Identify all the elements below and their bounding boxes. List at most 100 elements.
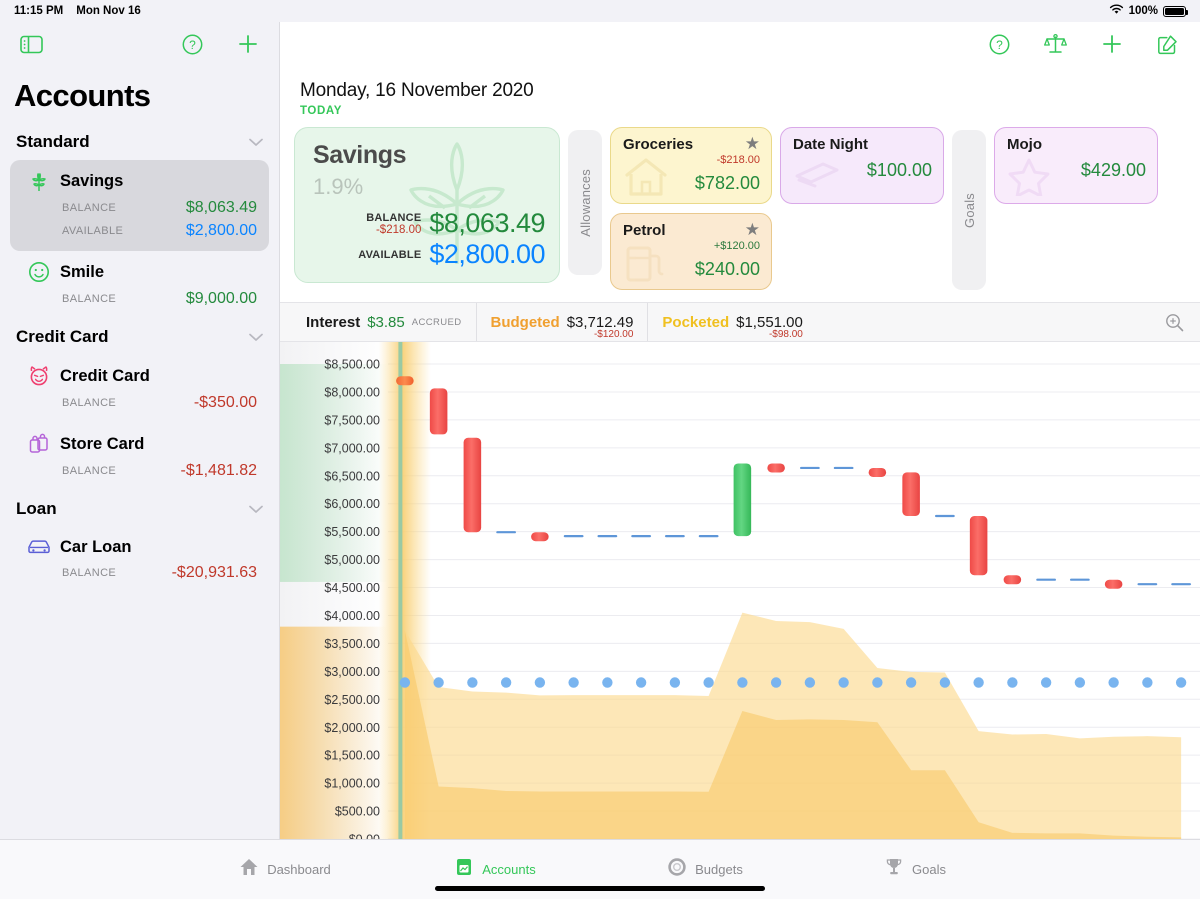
pocketed-label: Pocketed (662, 313, 730, 331)
available-dot[interactable] (1142, 677, 1153, 688)
candle-up[interactable] (733, 463, 752, 537)
allowances-rail[interactable]: Allowances (568, 130, 602, 275)
devil-icon (22, 364, 56, 388)
allowance-card-groceries[interactable]: Groceries ★ -$218.00 $782.00 (610, 127, 772, 204)
available-dot[interactable] (973, 677, 984, 688)
account-group-header[interactable]: Credit Card (0, 319, 279, 355)
account-group-header[interactable]: Loan (0, 491, 279, 527)
balance-chart[interactable]: $0.00$500.00$1,000.00$1,500.00$2,000.00$… (280, 342, 1200, 839)
shopping-bag-icon (22, 432, 56, 456)
available-dot[interactable] (939, 677, 951, 688)
y-axis-tick-label: $2,500.00 (324, 693, 380, 707)
account-row-label: AVAILABLE (62, 225, 124, 237)
available-dot[interactable] (500, 677, 512, 688)
y-axis-tick-label: $7,000.00 (324, 441, 380, 455)
available-dot[interactable] (703, 677, 714, 688)
candle-down[interactable] (463, 437, 482, 533)
account-group-header[interactable]: Standard (0, 124, 279, 160)
account-list-item[interactable]: Credit Card BALANCE -$350.00 (10, 355, 269, 423)
available-dot[interactable] (905, 677, 917, 688)
candle-down[interactable] (429, 388, 448, 435)
available-dot[interactable] (1040, 677, 1052, 688)
allowance-name: Petrol (623, 222, 666, 239)
available-dot[interactable] (669, 677, 681, 688)
y-axis-tick-label: $6,500.00 (324, 469, 380, 483)
account-summary-card[interactable]: Savings 1.9% BALANCE -$218.00 $8,063.49 … (294, 127, 560, 283)
available-dot[interactable] (770, 677, 782, 688)
account-list-item[interactable]: Smile BALANCE $9,000.00 (10, 251, 269, 319)
battery-full-icon (1163, 5, 1188, 17)
tab-dashboard[interactable]: Dashboard (180, 857, 390, 882)
card-interest-rate: 1.9% (313, 174, 364, 199)
allowance-amount: $240.00 (694, 259, 760, 279)
interest-value: $3.85 (367, 313, 405, 331)
candle-down[interactable] (531, 532, 549, 542)
main-toolbar: ? (280, 22, 1200, 66)
candle-down[interactable] (767, 463, 785, 473)
account-name: Savings (60, 171, 124, 190)
available-dot[interactable] (399, 677, 411, 688)
summary-pocketed[interactable]: Pocketed $1,551.00 -$98.00 (647, 303, 816, 341)
available-dot[interactable] (568, 677, 579, 688)
candle-down[interactable] (1003, 575, 1022, 585)
y-axis-tick-label: $5,500.00 (324, 525, 380, 539)
help-circle-icon[interactable]: ? (182, 34, 203, 55)
y-axis-tick-label: $1,000.00 (324, 777, 380, 791)
budgeted-label: Budgeted (490, 313, 560, 331)
chevron-down-icon[interactable] (249, 499, 263, 519)
chevron-down-icon[interactable] (249, 327, 263, 347)
goal-amount: $100.00 (866, 160, 932, 180)
plus-icon[interactable] (237, 33, 259, 55)
goal-card-mojo[interactable]: Mojo $429.00 (994, 127, 1158, 204)
available-dot[interactable] (534, 677, 546, 688)
allowance-card-petrol[interactable]: Petrol ★ +$120.00 $240.00 (610, 213, 772, 290)
chevron-down-icon[interactable] (249, 132, 263, 152)
tab-label: Dashboard (267, 862, 331, 877)
candle-down[interactable] (902, 472, 920, 517)
goal-card-date-night[interactable]: Date Night $100.00 (780, 127, 944, 204)
interest-label: Interest (306, 313, 361, 331)
available-dot[interactable] (433, 677, 444, 688)
sidebar-toolbar: ? (0, 22, 279, 66)
available-dot[interactable] (1108, 677, 1119, 688)
candle-down[interactable] (396, 376, 414, 386)
goal-amount: $429.00 (1080, 160, 1146, 180)
summary-budgeted[interactable]: Budgeted $3,712.49 -$120.00 (475, 303, 648, 341)
tab-goals[interactable]: Goals (810, 857, 1020, 882)
candle-down[interactable] (969, 516, 988, 576)
available-dot[interactable] (1074, 677, 1086, 688)
compose-icon[interactable] (1157, 34, 1178, 55)
available-dot[interactable] (467, 677, 478, 688)
available-dot[interactable] (1175, 677, 1187, 688)
account-list-item[interactable]: Savings BALANCE $8,063.49 AVAILABLE $2,800… (10, 160, 269, 251)
tab-accounts[interactable]: Accounts (390, 857, 600, 882)
goals-rail[interactable]: Goals (952, 130, 986, 290)
account-name: Store Card (60, 434, 145, 453)
bank-book-icon (454, 857, 474, 882)
scales-icon[interactable] (1044, 33, 1067, 55)
summary-interest[interactable]: Interest $3.85 ACCRUED (292, 303, 476, 341)
wifi-icon (1109, 4, 1124, 18)
candle-down[interactable] (868, 467, 887, 477)
account-list-item[interactable]: Car Loan BALANCE -$20,931.63 (10, 527, 269, 593)
plus-icon[interactable] (1101, 33, 1123, 55)
available-dot[interactable] (602, 677, 613, 688)
y-axis-tick-label: $8,500.00 (324, 357, 380, 371)
trophy-icon (884, 857, 904, 882)
available-dot[interactable] (1007, 677, 1018, 688)
candle-down[interactable] (1104, 579, 1123, 589)
tab-budgets[interactable]: Budgets (600, 857, 810, 882)
help-circle-icon[interactable]: ? (989, 34, 1010, 55)
available-dot[interactable] (804, 677, 816, 688)
star-filled-icon[interactable]: ★ (745, 221, 760, 238)
house-icon (239, 857, 259, 882)
balance-chart-svg[interactable]: $0.00$500.00$1,000.00$1,500.00$2,000.00$… (280, 342, 1200, 839)
star-filled-icon[interactable]: ★ (745, 135, 760, 152)
sidebar-toggle-icon[interactable] (20, 35, 43, 54)
available-dot[interactable] (635, 677, 647, 688)
zoom-in-icon[interactable] (1165, 313, 1200, 332)
account-list-item[interactable]: Store Card BALANCE -$1,481.82 (10, 423, 269, 491)
available-dot[interactable] (737, 677, 748, 688)
available-dot[interactable] (838, 677, 849, 688)
available-dot[interactable] (872, 677, 883, 688)
